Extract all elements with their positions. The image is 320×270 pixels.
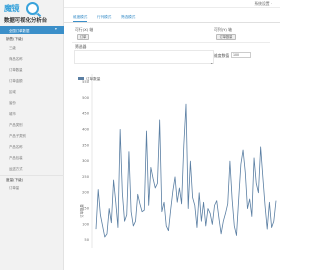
user-menu[interactable]: 系统设置 · [254, 1, 272, 7]
sidebar-item[interactable]: 商品名称 [0, 55, 64, 62]
sidebar-section-title: 销售(下级) [6, 37, 24, 41]
y-axis-title: 订单数量 [79, 204, 84, 218]
sidebar-item[interactable]: 运送方式 [0, 165, 64, 172]
dimension-value-label: 维度数值 [214, 53, 230, 58]
tab-filter[interactable]: 筛选模式 [121, 15, 135, 20]
y-tick-label: 300 [82, 159, 90, 163]
brand-logo: 魔镜 MOJING [4, 2, 60, 16]
sidebar-item[interactable]: 产品名称 [0, 143, 64, 150]
dimension-value-input[interactable]: 100 [231, 52, 251, 58]
line-chart: 订单数量 50 100 150 200 250 300 350 400 450 500 550 订单数量 [64, 68, 280, 258]
sidebar-active-label: 全国订单数据 [9, 28, 30, 33]
y-tick-label: 400 [82, 127, 90, 131]
collapse-caret-icon[interactable]: ⌃ [210, 62, 213, 67]
top-bar: 系统设置 · [64, 0, 280, 8]
sidebar-item[interactable]: 城市 [0, 110, 64, 117]
y-tick-label: 500 [82, 96, 90, 100]
sidebar-item[interactable]: 产品包装 [0, 154, 64, 161]
sidebar-item[interactable]: 三级 [0, 44, 64, 51]
sidebar-item[interactable]: 区域 [0, 88, 64, 95]
line-chart-svg: 订单数量50100150200250300350400450500550订单数量 [78, 74, 277, 248]
sidebar-item[interactable]: 产品类别 [0, 121, 64, 128]
sidebar-item[interactable]: 省份 [0, 99, 64, 106]
tab-dimension[interactable]: 维度模式 [73, 15, 88, 22]
x-axis-pill[interactable]: 订单 [77, 34, 89, 40]
sidebar-item[interactable]: 产品子类别 [0, 132, 64, 139]
series-line [95, 103, 277, 238]
y-tick-label: 50 [84, 238, 89, 242]
y-axis-pill[interactable]: 订单数量 [216, 34, 236, 40]
y-tick-label: 200 [82, 191, 90, 195]
tab-row-column[interactable]: 行列模式 [97, 15, 111, 20]
y-tick-label: 550 [82, 80, 90, 84]
y-tick-label: 450 [82, 112, 90, 116]
panel-divider [72, 42, 270, 43]
y-tick-label: 250 [82, 175, 90, 179]
y-tick-label: 350 [82, 143, 90, 147]
system-title: 数据可视化分析台 [4, 18, 48, 24]
tab-bar: 维度模式 行列模式 筛选模式 [64, 14, 280, 23]
sidebar: 魔镜 MOJING 数据可视化分析台 全国订单数据 ▾ 销售(下级) 三级 商品… [0, 0, 64, 270]
y-axis-shelf-label: 可列(Y) 轴 [214, 27, 232, 32]
sidebar-section-title: 度量(下级) [6, 178, 24, 182]
logo-text: 魔镜 [4, 4, 20, 13]
x-axis-shelf-label: 可行(X) 轴 [75, 27, 94, 32]
sidebar-active-item[interactable]: 全国订单数据 ▾ [0, 26, 64, 34]
sidebar-item[interactable]: 订单量 [0, 184, 64, 191]
y-tick-label: 100 [82, 222, 90, 226]
sidebar-item[interactable]: 订单数量 [0, 66, 64, 73]
filter-drop-area[interactable] [74, 50, 214, 64]
sidebar-divider [0, 175, 64, 176]
chevron-down-icon: ▾ [55, 27, 57, 31]
sidebar-item[interactable]: 订单金额 [0, 77, 64, 84]
